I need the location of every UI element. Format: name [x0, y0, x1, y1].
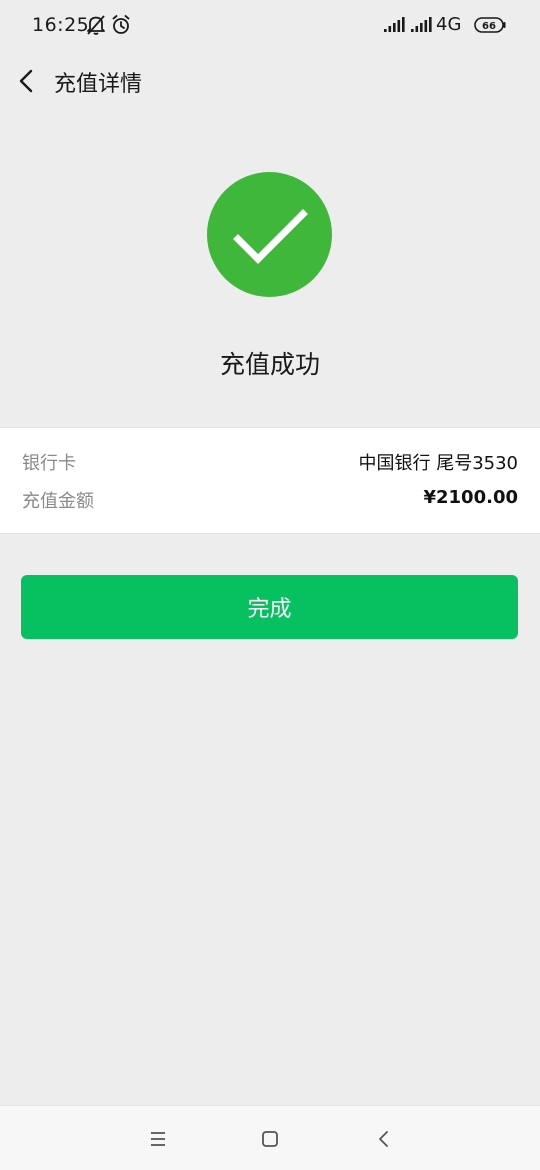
detail-card: 银行卡 中国银行 尾号3530 充值金额 ¥2100.00 — [0, 427, 540, 534]
detail-row-amount: 充值金额 ¥2100.00 — [22, 487, 518, 515]
signal-strength-icon-2 — [411, 17, 432, 32]
recharge-detail-screen: 16:25 4G 66 充值详情 充值成功 银行卡 中国银行 尾号3530 充值… — [0, 0, 540, 1170]
alarm-clock-icon — [112, 15, 130, 34]
bank-card-value: 中国银行 尾号3530 — [358, 453, 518, 474]
amount-value: ¥2100.00 — [423, 487, 518, 508]
battery-icon: 66 — [474, 17, 506, 33]
mute-bell-icon — [87, 15, 105, 35]
done-button[interactable]: 完成 — [21, 575, 518, 639]
system-back-icon[interactable] — [369, 1124, 399, 1154]
menu-icon[interactable] — [143, 1124, 173, 1154]
signal-strength-icon — [384, 17, 405, 32]
battery-level: 66 — [482, 21, 496, 32]
bank-card-label: 银行卡 — [22, 453, 76, 474]
page-title: 充值详情 — [54, 72, 143, 97]
status-bar: 16:25 4G 66 — [0, 0, 540, 52]
network-type: 4G — [436, 14, 462, 35]
back-button[interactable] — [10, 64, 44, 98]
amount-label: 充值金额 — [22, 491, 94, 512]
header: 充值详情 — [0, 52, 540, 110]
checkmark-icon — [233, 209, 308, 264]
back-arrow-icon — [19, 69, 33, 93]
success-title: 充值成功 — [219, 350, 320, 379]
home-icon[interactable] — [255, 1124, 285, 1154]
success-icon — [207, 172, 332, 297]
status-time: 16:25 — [32, 14, 90, 36]
detail-row-bank-card: 银行卡 中国银行 尾号3530 — [22, 449, 518, 477]
navigation-bar — [0, 1105, 540, 1170]
